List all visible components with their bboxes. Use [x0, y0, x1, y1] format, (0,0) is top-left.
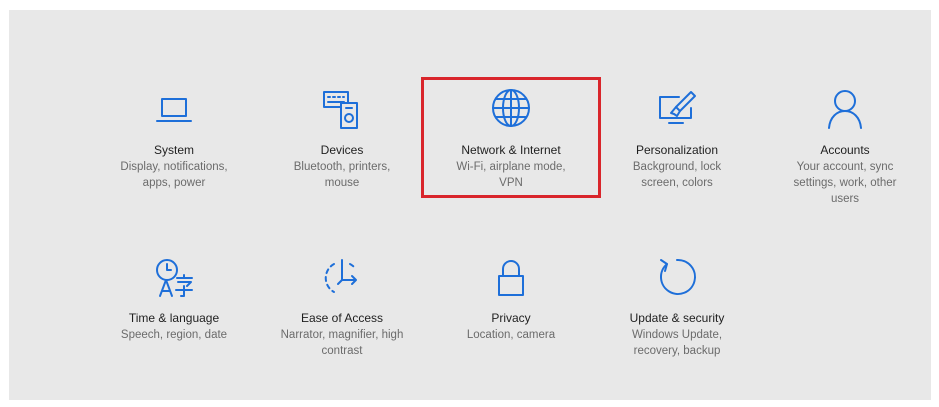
- devices-icon: [318, 86, 366, 134]
- tile-title: Personalization: [635, 143, 719, 157]
- tile-privacy[interactable]: Privacy Location, camera: [441, 254, 581, 343]
- tile-devices[interactable]: Devices Bluetooth, printers, mouse: [272, 86, 412, 191]
- tile-personalization[interactable]: Personalization Background, lock screen,…: [607, 86, 747, 191]
- tile-description: Bluetooth, printers, mouse: [293, 161, 391, 189]
- refresh-icon: [653, 254, 701, 302]
- tile-ease-of-access[interactable]: Ease of Access Narrator, magnifier, high…: [272, 254, 412, 359]
- tile-title: Ease of Access: [300, 311, 384, 325]
- tile-description: Display, notifications, apps, power: [120, 161, 228, 189]
- tile-system[interactable]: System Display, notifications, apps, pow…: [104, 86, 244, 191]
- tile-time-language[interactable]: Time & language Speech, region, date: [104, 254, 244, 343]
- tile-description: Your account, sync settings, work, other…: [793, 161, 897, 205]
- person-icon: [821, 86, 869, 134]
- tile-description: Windows Update, recovery, backup: [631, 329, 723, 357]
- tile-title: Privacy: [491, 311, 531, 325]
- paintbrush-icon: [653, 86, 701, 134]
- tile-title: Devices: [320, 143, 364, 157]
- tile-description: Speech, region, date: [120, 329, 228, 341]
- tile-description: Background, lock screen, colors: [632, 161, 722, 189]
- tile-description: Location, camera: [466, 329, 556, 341]
- tile-update-security[interactable]: Update & security Windows Update, recove…: [607, 254, 747, 359]
- tile-title: Time & language: [128, 311, 220, 325]
- tile-accounts[interactable]: Accounts Your account, sync settings, wo…: [775, 86, 915, 207]
- tile-title: Accounts: [820, 143, 870, 157]
- time-language-icon: [150, 254, 198, 302]
- tile-title: Update & security: [629, 311, 725, 325]
- lock-icon: [487, 254, 535, 302]
- ease-of-access-icon: [318, 254, 366, 302]
- globe-icon: [487, 86, 535, 134]
- laptop-icon: [150, 86, 198, 134]
- tile-description: Wi-Fi, airplane mode, VPN: [456, 161, 566, 189]
- tile-title: Network & Internet: [461, 143, 561, 157]
- tile-network-internet[interactable]: Network & Internet Wi-Fi, airplane mode,…: [441, 86, 581, 191]
- tile-description: Narrator, magnifier, high contrast: [280, 329, 404, 357]
- tile-title: System: [153, 143, 194, 157]
